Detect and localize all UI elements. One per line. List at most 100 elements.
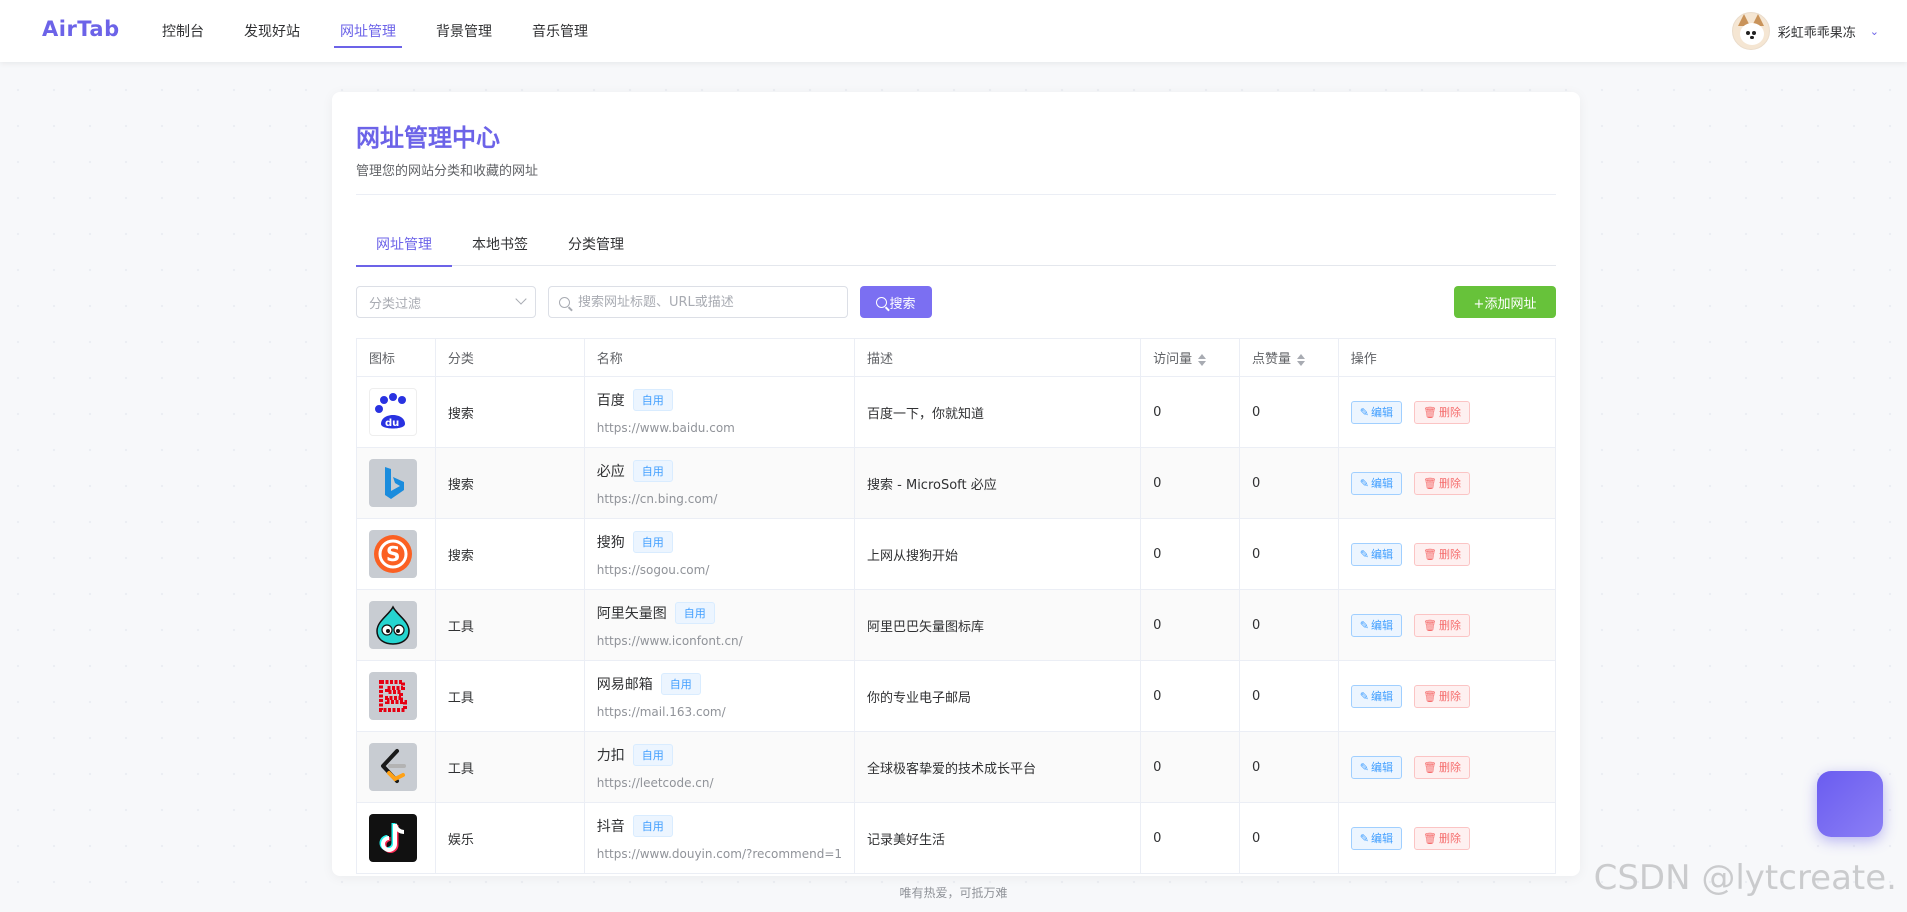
edit-button[interactable]: ✎ 编辑	[1350, 613, 1402, 637]
row-name[interactable]: 必应	[597, 461, 625, 481]
add-url-button[interactable]: +添加网址	[1454, 286, 1556, 318]
search-icon	[559, 296, 570, 308]
sogou-icon: S	[369, 530, 417, 578]
nav-item-music-manage[interactable]: 音乐管理	[532, 0, 588, 62]
edit-icon: ✎	[1359, 760, 1369, 774]
search-field[interactable]	[548, 286, 848, 318]
table-row: 娱乐 抖音 自用 https://www.douyin.com/?recommen…	[356, 802, 1557, 874]
app-logo[interactable]: AirTab	[42, 17, 120, 41]
row-name[interactable]: 百度	[597, 390, 625, 410]
sort-icon[interactable]	[1296, 353, 1305, 366]
trash-icon: 🗑	[1423, 405, 1437, 419]
tab-bar: 网址管理 本地书签 分类管理	[356, 222, 1556, 267]
edit-label: 编辑	[1371, 832, 1393, 845]
edit-icon: ✎	[1359, 618, 1369, 632]
row-url[interactable]: https://sogou.com/	[597, 563, 842, 577]
tab-category-manage[interactable]: 分类管理	[548, 222, 644, 266]
row-name[interactable]: 阿里矢量图	[597, 603, 667, 623]
search-button[interactable]: 搜索	[860, 286, 932, 318]
delete-button[interactable]: 🗑 删除	[1414, 826, 1470, 850]
category-filter-select[interactable]: 分类过滤	[356, 286, 536, 318]
edit-icon: ✎	[1359, 547, 1369, 561]
trash-icon: 🗑	[1423, 831, 1437, 845]
nav-item-background-manage[interactable]: 背景管理	[436, 0, 492, 62]
delete-button[interactable]: 🗑 删除	[1414, 471, 1470, 495]
row-description: 记录美好生活	[854, 802, 1142, 874]
row-visits: 0	[1140, 589, 1240, 661]
edit-button[interactable]: ✎ 编辑	[1350, 826, 1402, 850]
delete-label: 删除	[1438, 619, 1461, 632]
leetcode-icon	[369, 743, 417, 791]
row-visits: 0	[1140, 447, 1240, 519]
nav-item-dashboard[interactable]: 控制台	[162, 0, 204, 62]
row-name[interactable]: 抖音	[597, 816, 625, 836]
row-url[interactable]: https://www.iconfont.cn/	[597, 634, 842, 648]
chevron-down-icon[interactable]: ⌄	[1870, 25, 1879, 38]
page-subtitle: 管理您的网站分类和收藏的网址	[356, 164, 539, 179]
top-navbar: AirTab 控制台 发现好站 网址管理 背景管理 音乐管理 彩虹乖乖果冻 ⌄	[0, 0, 1907, 62]
delete-button[interactable]: 🗑 删除	[1414, 400, 1470, 424]
table-row: 工具 阿里矢量图 自用 https://www.iconfont.cn/ 阿里巴巴…	[356, 589, 1557, 661]
edit-button[interactable]: ✎ 编辑	[1350, 471, 1402, 495]
baidu-icon: du	[369, 388, 417, 436]
row-url[interactable]: https://mail.163.com/	[597, 705, 842, 719]
table-row: S 搜索 搜狗 自用 https://sogou.com/ 上网从搜狗开始 0 0…	[356, 518, 1557, 590]
row-url[interactable]: https://cn.bing.com/	[597, 492, 842, 506]
delete-label: 删除	[1438, 690, 1461, 703]
delete-label: 删除	[1438, 761, 1461, 774]
row-description: 阿里巴巴矢量图标库	[854, 589, 1142, 661]
nav-item-discover[interactable]: 发现好站	[244, 0, 300, 62]
header-likes[interactable]: 点赞量	[1238, 338, 1339, 377]
delete-label: 删除	[1438, 406, 1461, 419]
header-icon: 图标	[356, 338, 436, 377]
table-row: du 搜索 百度 自用 https://www.baidu.com 百度一下，你就…	[356, 376, 1557, 448]
edit-label: 编辑	[1371, 690, 1393, 703]
avatar[interactable]	[1731, 12, 1770, 50]
header-actions: 操作	[1337, 338, 1557, 377]
page-title: 网址管理中心	[356, 124, 500, 152]
table-row: 工具 力扣 自用 https://leetcode.cn/ 全球极客挚爱的技术成长…	[356, 731, 1557, 803]
edit-label: 编辑	[1371, 548, 1393, 561]
sort-icon[interactable]	[1198, 353, 1207, 366]
trash-icon: 🗑	[1423, 476, 1437, 490]
row-name[interactable]: 网易邮箱	[597, 674, 653, 694]
delete-button[interactable]: 🗑 删除	[1414, 684, 1470, 708]
row-name[interactable]: 力扣	[597, 745, 625, 765]
row-category: 搜索	[434, 518, 585, 590]
douyin-icon	[369, 814, 417, 862]
edit-icon: ✎	[1359, 476, 1369, 490]
user-menu[interactable]: 彩虹乖乖果冻 ⌄	[1731, 12, 1879, 50]
svg-text:S: S	[386, 542, 400, 566]
header-visits-label: 访问量	[1153, 352, 1193, 367]
row-name[interactable]: 搜狗	[597, 532, 625, 552]
svg-text:du: du	[385, 418, 399, 429]
row-url[interactable]: https://www.douyin.com/?recommend=1	[597, 847, 842, 861]
row-likes: 0	[1238, 589, 1339, 661]
edit-icon: ✎	[1359, 405, 1369, 419]
row-likes: 0	[1238, 802, 1339, 874]
delete-button[interactable]: 🗑 删除	[1414, 755, 1470, 779]
edit-button[interactable]: ✎ 编辑	[1350, 684, 1402, 708]
tag-badge: 自用	[632, 531, 673, 553]
trash-icon: 🗑	[1423, 689, 1437, 703]
delete-button[interactable]: 🗑 删除	[1414, 542, 1470, 566]
row-category: 搜索	[434, 447, 585, 519]
tab-local-bookmarks[interactable]: 本地书签	[452, 222, 548, 266]
trash-icon: 🗑	[1423, 618, 1437, 632]
edit-button[interactable]: ✎ 编辑	[1350, 542, 1402, 566]
nav-item-url-manage[interactable]: 网址管理	[334, 0, 402, 62]
mail163-icon	[369, 672, 417, 720]
header-visits[interactable]: 访问量	[1140, 338, 1240, 377]
search-input[interactable]	[578, 294, 838, 310]
edit-button[interactable]: ✎ 编辑	[1350, 400, 1402, 424]
header-name: 名称	[583, 338, 856, 377]
tab-url-manage[interactable]: 网址管理	[356, 222, 452, 267]
edit-button[interactable]: ✎ 编辑	[1350, 755, 1402, 779]
row-url[interactable]: https://leetcode.cn/	[597, 776, 842, 790]
row-url[interactable]: https://www.baidu.com	[597, 421, 842, 435]
delete-button[interactable]: 🗑 删除	[1414, 613, 1470, 637]
user-name[interactable]: 彩虹乖乖果冻	[1778, 22, 1856, 41]
floating-action-button[interactable]	[1817, 771, 1883, 837]
row-likes: 0	[1238, 660, 1339, 732]
row-category: 工具	[434, 731, 585, 803]
